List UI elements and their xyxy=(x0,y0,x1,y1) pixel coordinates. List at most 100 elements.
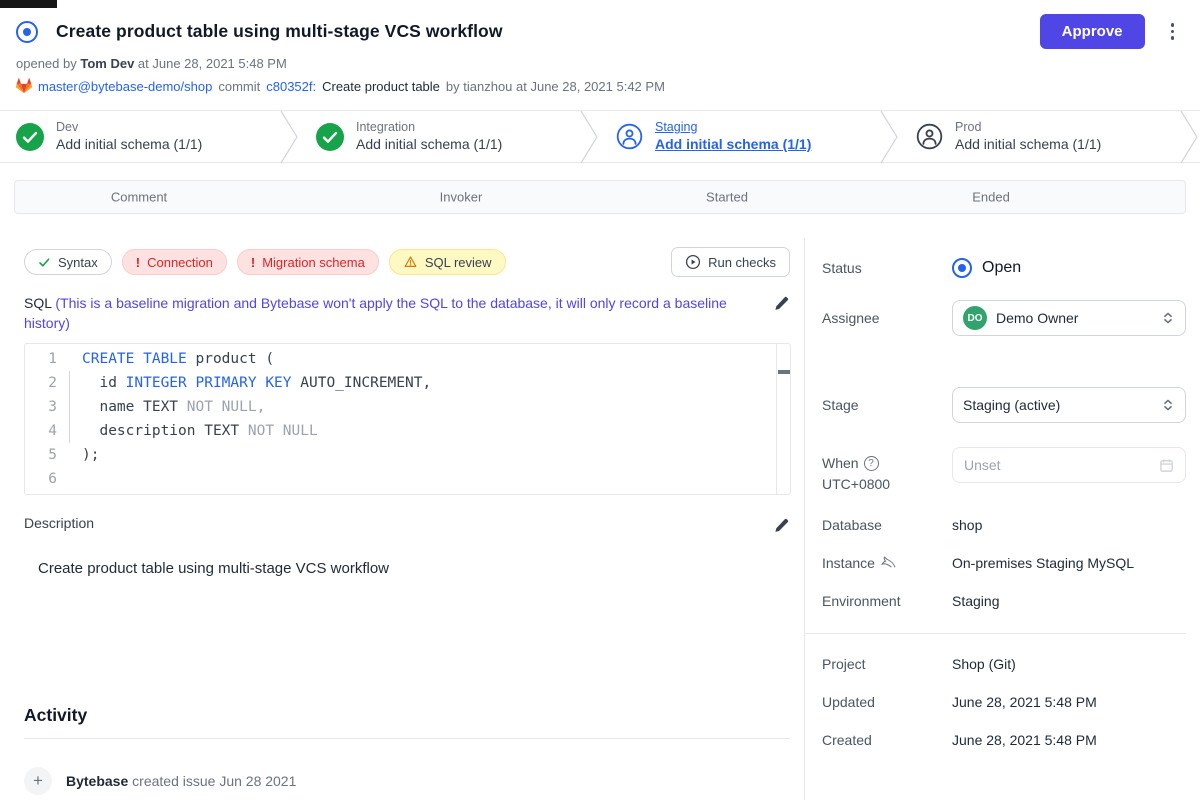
page-title: Create product table using multi-stage V… xyxy=(56,21,1040,42)
when-date-input[interactable]: Unset xyxy=(952,447,1186,483)
database-row: Database shop xyxy=(822,517,1186,533)
code-line: 6 xyxy=(25,467,790,491)
commit-hash-link[interactable]: c80352f: xyxy=(266,79,316,94)
environment-row: Environment Staging xyxy=(822,593,1186,609)
stage-integration[interactable]: IntegrationAdd initial schema (1/1) xyxy=(300,111,578,162)
stage-pipeline: DevAdd initial schema (1/1) IntegrationAd… xyxy=(0,110,1200,163)
help-icon[interactable]: ? xyxy=(864,456,879,471)
opened-by-line: opened by Tom Dev at June 28, 2021 5:48 … xyxy=(16,56,1184,71)
updated-value: June 28, 2021 5:48 PM xyxy=(952,694,1097,710)
chevron-updown-icon xyxy=(1161,311,1175,325)
issue-page: Create product table using multi-stage V… xyxy=(0,0,1200,800)
stage-dev[interactable]: DevAdd initial schema (1/1) xyxy=(0,111,278,162)
editor-scrollbar[interactable] xyxy=(776,344,790,494)
issue-open-icon xyxy=(16,21,38,43)
more-actions-icon[interactable] xyxy=(1167,19,1179,44)
project-value[interactable]: Shop (Git) xyxy=(952,656,1016,672)
check-icon xyxy=(38,256,51,269)
opened-by-prefix: opened by xyxy=(16,56,77,71)
activity-heading: Activity xyxy=(24,705,790,726)
updated-label: Updated xyxy=(822,694,952,710)
when-label-block: When ? UTC+0800 xyxy=(822,447,952,492)
code-line: 2 id INTEGER PRIMARY KEY AUTO_INCREMENT, xyxy=(25,371,790,395)
stage-done-icon xyxy=(316,123,344,151)
chevron-updown-icon xyxy=(1161,398,1175,412)
project-row: Project Shop (Git) xyxy=(822,656,1186,672)
database-label: Database xyxy=(822,517,952,533)
updated-row: Updated June 28, 2021 5:48 PM xyxy=(822,694,1186,710)
environment-label: Environment xyxy=(822,593,952,609)
issue-main-panel: Run checks Syntax !Connection !Migration s… xyxy=(0,238,805,800)
check-badge-migration-schema[interactable]: !Migration schema xyxy=(237,249,379,275)
sql-section-header: SQL (This is a baseline migration and By… xyxy=(24,293,790,333)
activity-author: Bytebase xyxy=(66,773,128,789)
sql-label: SQL xyxy=(24,295,52,311)
commit-message: Create product table xyxy=(322,79,440,94)
created-value: June 28, 2021 5:48 PM xyxy=(952,732,1097,748)
activity-item: + Bytebase created issue Jun 28 2021 xyxy=(24,767,790,795)
created-row: Created June 28, 2021 5:48 PM xyxy=(822,732,1186,748)
opened-by-time: at June 28, 2021 5:48 PM xyxy=(138,56,287,71)
created-label: Created xyxy=(822,732,952,748)
edit-sql-icon[interactable] xyxy=(772,293,790,318)
commit-byline: by tianzhou at June 28, 2021 5:42 PM xyxy=(446,79,665,94)
commit-word: commit xyxy=(218,79,260,94)
instance-row: Instance On-premises Staging MySQL xyxy=(822,555,1186,571)
when-row: When ? UTC+0800 Unset xyxy=(822,447,1186,492)
stage-separator xyxy=(1178,111,1200,163)
code-line: 3 name TEXT NOT NULL, xyxy=(25,395,790,419)
opened-by-name: Tom Dev xyxy=(80,56,134,71)
stage-person-icon xyxy=(916,123,943,150)
stage-separator xyxy=(278,111,300,163)
column-header-ended: Ended xyxy=(972,190,1010,205)
error-bang-icon: ! xyxy=(136,255,140,270)
screen-artifact xyxy=(0,0,57,8)
stage-separator xyxy=(878,111,900,163)
stage-value: Staging (active) xyxy=(963,397,1152,413)
sidebar-divider xyxy=(805,633,1186,634)
stage-person-icon xyxy=(616,123,643,150)
check-badges-row: Run checks Syntax !Connection !Migration s… xyxy=(24,247,790,277)
branch-repo-link[interactable]: master@bytebase-demo/shop xyxy=(38,79,212,94)
check-badge-sql-review[interactable]: SQL review xyxy=(389,249,506,275)
description-label: Description xyxy=(24,515,94,538)
when-timezone: UTC+0800 xyxy=(822,476,952,492)
calendar-icon xyxy=(1159,458,1174,473)
gitlab-icon xyxy=(16,78,32,94)
issue-sidebar: Status Open Assignee DO Demo Owner Stage… xyxy=(805,238,1200,800)
assignee-row: Assignee DO Demo Owner xyxy=(822,300,1186,336)
run-checks-button[interactable]: Run checks xyxy=(671,247,790,277)
stage-row: Stage Staging (active) xyxy=(822,387,1186,423)
assignee-label: Assignee xyxy=(822,310,952,326)
created-issue-icon: + xyxy=(24,767,52,795)
error-bang-icon: ! xyxy=(251,255,255,270)
stage-select[interactable]: Staging (active) xyxy=(952,387,1186,423)
when-label: When xyxy=(822,455,859,471)
assignee-select[interactable]: DO Demo Owner xyxy=(952,300,1186,336)
approve-button[interactable]: Approve xyxy=(1040,14,1145,49)
status-label: Status xyxy=(822,260,952,276)
status-value: Open xyxy=(982,259,1021,277)
assignee-avatar: DO xyxy=(963,306,987,330)
stage-staging[interactable]: StagingAdd initial schema (1/1) xyxy=(600,111,878,162)
code-line: 1CREATE TABLE product ( xyxy=(25,347,790,371)
column-header-invoker: Invoker xyxy=(440,190,483,205)
check-badge-connection[interactable]: !Connection xyxy=(122,249,227,275)
sql-editor[interactable]: 1CREATE TABLE product (2 id INTEGER PRIM… xyxy=(24,343,791,495)
sql-baseline-note: (This is a baseline migration and Byteba… xyxy=(24,295,727,331)
environment-value[interactable]: Staging xyxy=(952,593,999,609)
stage-prod[interactable]: ProdAdd initial schema (1/1) xyxy=(900,111,1178,162)
description-text: Create product table using multi-stage V… xyxy=(38,560,790,577)
check-badge-syntax[interactable]: Syntax xyxy=(24,249,112,275)
status-row: Status Open xyxy=(822,258,1186,278)
code-line: 4 description TEXT NOT NULL xyxy=(25,419,790,443)
column-header-comment: Comment xyxy=(111,190,167,205)
instance-label: Instance xyxy=(822,555,952,571)
edit-description-icon[interactable] xyxy=(772,515,790,538)
issue-header: Create product table using multi-stage V… xyxy=(0,0,1200,94)
instance-value[interactable]: On-premises Staging MySQL xyxy=(952,555,1134,571)
column-header-started: Started xyxy=(706,190,748,205)
stage-separator xyxy=(578,111,600,163)
play-circle-icon xyxy=(685,254,701,270)
database-value[interactable]: shop xyxy=(952,517,982,533)
